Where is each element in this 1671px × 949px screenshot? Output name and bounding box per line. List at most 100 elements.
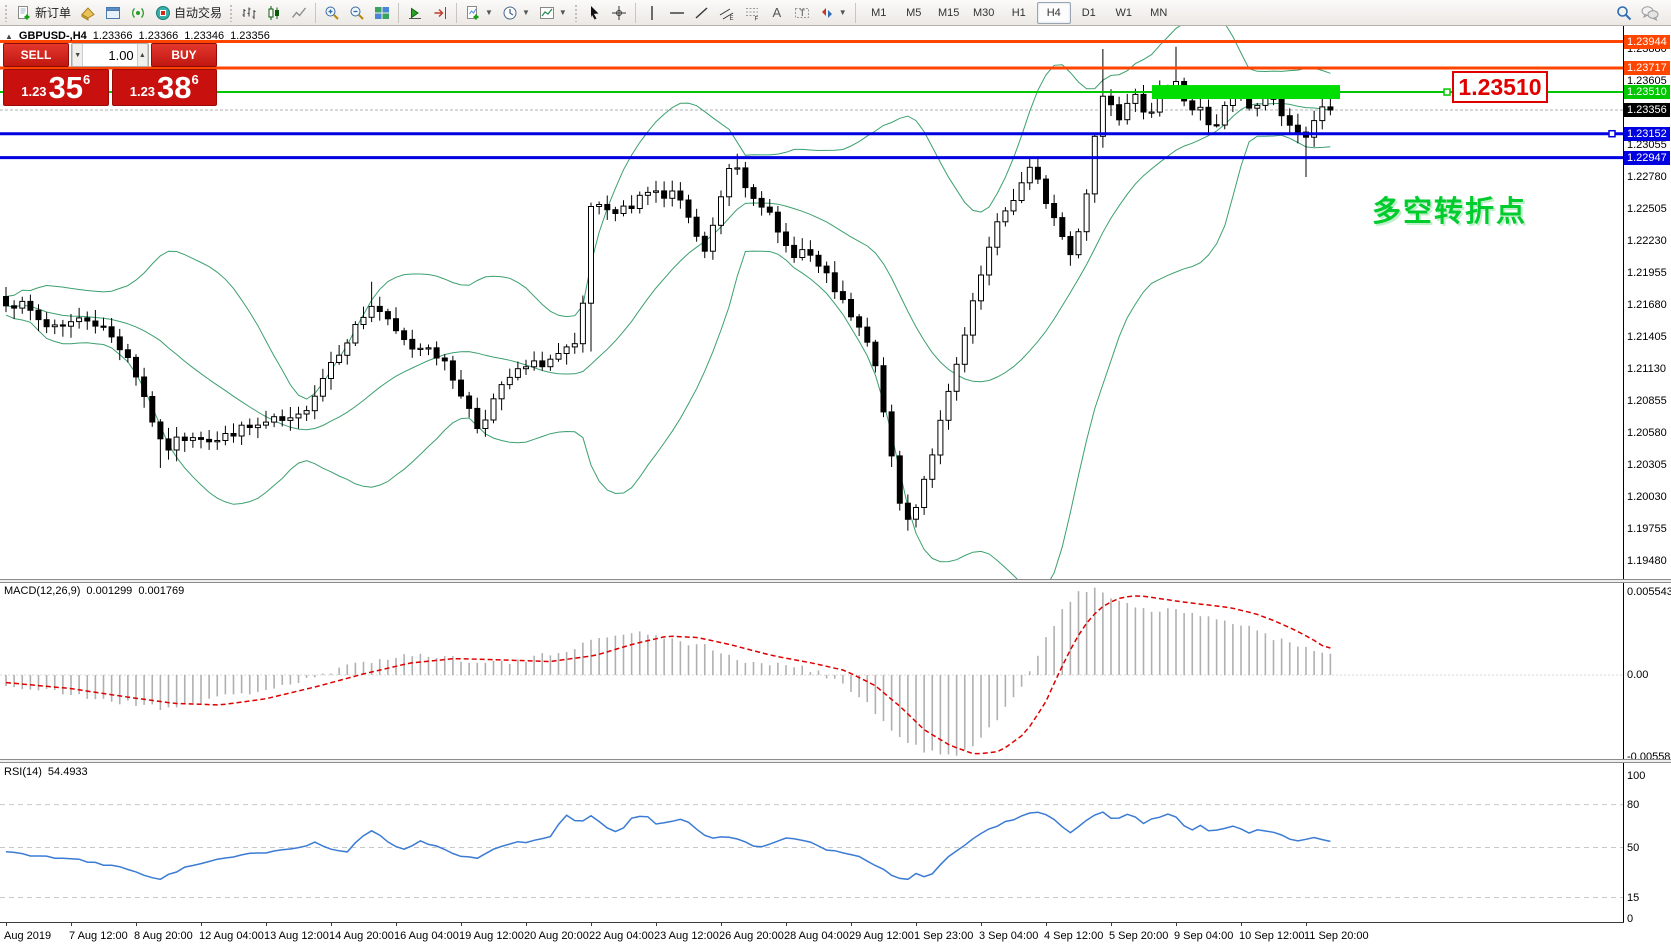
timeframe-button-W1[interactable]: W1: [1107, 2, 1141, 24]
chat-bubbles-icon: [1641, 5, 1659, 21]
trendline-icon: [694, 5, 710, 21]
vertical-line-button[interactable]: [640, 2, 664, 24]
chevron-down-icon: ▼: [485, 8, 493, 17]
time-tick-mark: [916, 923, 917, 926]
zoom-out-button[interactable]: [345, 2, 369, 24]
line-chart-icon: [291, 5, 307, 21]
trendline-button[interactable]: [690, 2, 714, 24]
macd-canvas[interactable]: [0, 583, 1624, 759]
cursor-button[interactable]: [582, 2, 606, 24]
main-chart-canvas[interactable]: [0, 26, 1624, 579]
toolbar: 新订单 自动交易 ▼ ▼: [0, 0, 1671, 26]
rsi-canvas[interactable]: [0, 763, 1624, 922]
timeframe-button-M1[interactable]: M1: [862, 2, 896, 24]
rsi-value: 54.4933: [48, 766, 88, 778]
annotation-text[interactable]: 多空转折点: [1372, 188, 1527, 230]
sell-quote-point: 6: [83, 72, 90, 87]
line-chart-button[interactable]: [287, 2, 311, 24]
crosshair-button[interactable]: [607, 2, 631, 24]
time-axis[interactable]: Aug 20197 Aug 12:008 Aug 20:0012 Aug 04:…: [0, 922, 1624, 949]
pane-separator[interactable]: [0, 759, 1671, 763]
autotrading-icon: [155, 5, 171, 21]
time-tick-label: 29 Aug 12:00: [849, 930, 914, 942]
svg-text:F: F: [754, 16, 758, 21]
horizontal-line-icon: [669, 5, 685, 21]
time-tick-label: 10 Sep 12:00: [1239, 930, 1304, 942]
collapse-panel-arrow[interactable]: ▲: [5, 32, 13, 41]
chevron-down-icon: ▼: [522, 8, 530, 17]
tile-windows-button[interactable]: [370, 2, 394, 24]
sell-quote[interactable]: 1.23 35 6: [3, 69, 109, 106]
time-tick-label: 9 Sep 04:00: [1174, 930, 1233, 942]
candlestick-chart-button[interactable]: [262, 2, 286, 24]
time-tick-label: 16 Aug 04:00: [394, 930, 459, 942]
horizontal-line-button[interactable]: [665, 2, 689, 24]
time-tick-mark: [201, 923, 202, 926]
pane-separator[interactable]: [0, 579, 1671, 583]
price-tick: 1.22780: [1627, 171, 1667, 184]
chart-title-bar: ▲ GBPUSD-,H4 1.23366 1.23366 1.23346 1.2…: [5, 30, 270, 42]
macd-signal-value: 0.001769: [138, 585, 184, 597]
arrows-button[interactable]: ▼: [815, 2, 851, 24]
time-tick-mark: [331, 923, 332, 926]
zoom-in-button[interactable]: [320, 2, 344, 24]
new-order-button[interactable]: 新订单: [12, 2, 75, 24]
volume-increase-button[interactable]: ▲: [137, 44, 148, 66]
time-tick-label: 12 Aug 04:00: [199, 930, 264, 942]
toolbar-separator: [456, 3, 457, 23]
chevron-down-icon: ▼: [559, 8, 567, 17]
time-tick-label: 5 Sep 20:00: [1109, 930, 1168, 942]
timeframe-button-H1[interactable]: H1: [1002, 2, 1036, 24]
price-tick: 1.20030: [1627, 491, 1667, 504]
volume-input[interactable]: [83, 44, 136, 66]
community-button[interactable]: [1637, 2, 1663, 24]
tile-windows-icon: [374, 5, 390, 21]
signals-button[interactable]: [126, 2, 150, 24]
price-level-tag[interactable]: 1.23510: [1452, 71, 1548, 103]
time-tick-mark: [461, 923, 462, 926]
periods-button[interactable]: ▼: [498, 2, 534, 24]
chart-shift-button[interactable]: [428, 2, 452, 24]
macd-label: MACD(12,26,9) 0.001299 0.001769: [4, 585, 184, 597]
volume-decrease-button[interactable]: ▼: [72, 44, 83, 66]
timeframe-button-MN[interactable]: MN: [1142, 2, 1176, 24]
toolbar-separator: [398, 3, 399, 23]
indicators-button[interactable]: ▼: [461, 2, 497, 24]
templates-button[interactable]: ▼: [535, 2, 571, 24]
buy-quote-point: 6: [192, 72, 199, 87]
time-tick-label: 7 Aug 12:00: [69, 930, 128, 942]
timeframe-button-M5[interactable]: M5: [897, 2, 931, 24]
toolbar-grip[interactable]: [229, 4, 234, 22]
equidistant-channel-button[interactable]: E: [715, 2, 739, 24]
timeframe-button-M30[interactable]: M30: [967, 2, 1001, 24]
fibonacci-button[interactable]: F: [740, 2, 764, 24]
text-button[interactable]: A: [765, 2, 789, 24]
time-tick-label: 26 Aug 20:00: [719, 930, 784, 942]
bar-chart-button[interactable]: [237, 2, 261, 24]
rsi-axis-tick: 50: [1627, 842, 1639, 855]
toolbar-grip[interactable]: [574, 4, 579, 22]
price-axis[interactable]: 1.238801.236051.233301.230551.227801.225…: [1624, 26, 1671, 948]
search-button[interactable]: [1612, 2, 1636, 24]
buy-quote[interactable]: 1.23 38 6: [112, 69, 218, 106]
buy-button[interactable]: BUY: [151, 43, 217, 67]
macd-axis-max: 0.005543: [1627, 586, 1671, 599]
autotrading-label: 自动交易: [174, 4, 222, 21]
timeframe-button-H4[interactable]: H4: [1037, 2, 1071, 24]
price-line-badge: 1.23152: [1624, 127, 1670, 141]
timeframe-button-M15[interactable]: M15: [932, 2, 966, 24]
rsi-axis-tick: 100: [1627, 770, 1645, 783]
price-tick: 1.21130: [1627, 363, 1666, 376]
autotrading-button[interactable]: 自动交易: [151, 2, 226, 24]
price-tick: 1.21680: [1627, 299, 1667, 312]
time-tick-label: 28 Aug 04:00: [784, 930, 849, 942]
metaeditor-button[interactable]: [76, 2, 100, 24]
toolbar-grip[interactable]: [4, 4, 9, 22]
terminal-window-button[interactable]: [101, 2, 125, 24]
sell-button[interactable]: SELL: [3, 43, 69, 67]
timeframe-button-D1[interactable]: D1: [1072, 2, 1106, 24]
text-label-button[interactable]: T: [790, 2, 814, 24]
auto-scroll-button[interactable]: [403, 2, 427, 24]
rsi-label: RSI(14) 54.4933: [4, 766, 88, 778]
symbol-period-label: GBPUSD-,H4: [19, 30, 87, 42]
